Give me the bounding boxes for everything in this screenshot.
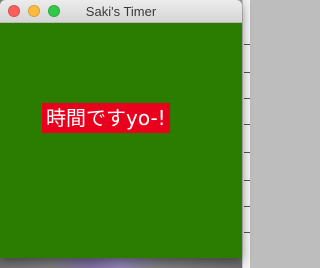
timer-message: 時間ですyo-!	[42, 103, 170, 133]
window-title: Saki's Timer	[85, 3, 157, 19]
maximize-icon[interactable]	[48, 5, 60, 17]
window-controls	[8, 5, 60, 17]
background-window-line	[244, 44, 250, 45]
minimize-icon[interactable]	[28, 5, 40, 17]
window-titlebar[interactable]: Saki's Timer	[0, 0, 242, 23]
background-window-line	[244, 72, 250, 73]
background-window-line	[244, 152, 250, 153]
background-window-line	[244, 206, 250, 207]
background-window-line	[244, 124, 250, 125]
timer-content: 時間ですyo-!	[0, 23, 242, 258]
background-window-line	[244, 232, 250, 233]
close-icon[interactable]	[8, 5, 20, 17]
background-window-edge	[242, 0, 250, 268]
background-window-line	[244, 98, 250, 99]
background-window-line	[244, 180, 250, 181]
timer-window: Saki's Timer 時間ですyo-!	[0, 0, 242, 258]
